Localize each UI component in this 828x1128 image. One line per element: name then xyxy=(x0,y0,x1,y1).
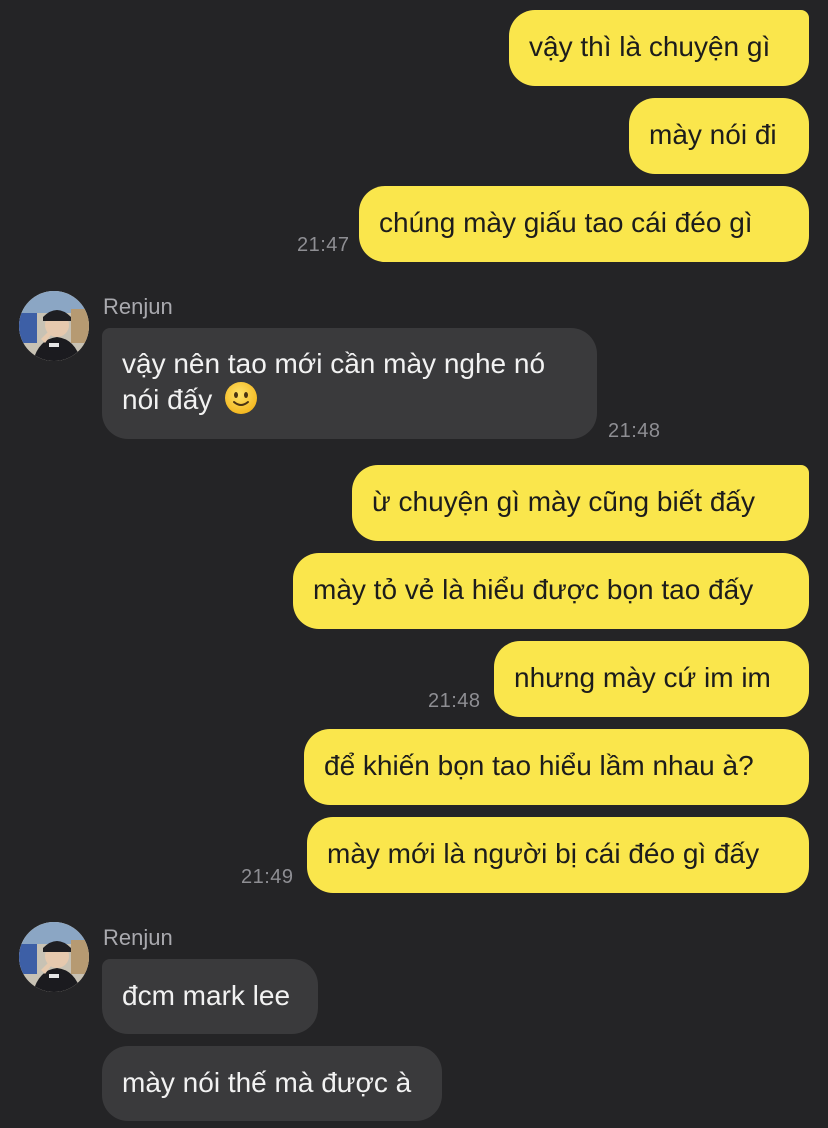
message-text: mày mới là người bị cái đéo gì đấy xyxy=(327,838,760,869)
message-text: để khiến bọn tao hiểu lầm nhau à? xyxy=(324,750,754,781)
message-text: ừ chuyện gì mày cũng biết đấy xyxy=(372,486,755,517)
message-bubble-sent[interactable]: ừ chuyện gì mày cũng biết đấy xyxy=(352,465,809,541)
avatar-renjun[interactable] xyxy=(19,922,89,992)
message-bubble-sent[interactable]: chúng mày giấu tao cái đéo gì xyxy=(359,186,809,262)
message-text: mày nói thế mà được à xyxy=(122,1067,412,1098)
timestamp: 21:48 xyxy=(428,690,481,712)
message-bubble-received[interactable]: vậy nên tao mới cần mày nghe nó nói đấy xyxy=(102,328,597,439)
message-text: mày tỏ vẻ là hiểu được bọn tao đấy xyxy=(313,574,754,605)
message-bubble-sent[interactable]: vậy thì là chuyện gì xyxy=(509,10,809,86)
sender-name: Renjun xyxy=(103,294,173,319)
message-text: vậy thì là chuyện gì xyxy=(529,31,771,62)
chat-thread: vậy thì là chuyện gì mày nói đi chúng mà… xyxy=(0,0,828,1128)
avatar-image xyxy=(19,922,89,992)
message-text: vậy nên tao mới cần mày nghe nó nói đấy xyxy=(122,348,546,415)
timestamp: 21:47 xyxy=(297,234,350,256)
message-bubble-received[interactable]: đcm mark lee xyxy=(102,959,318,1034)
message-text: đcm mark lee xyxy=(122,980,291,1011)
message-bubble-sent[interactable]: để khiến bọn tao hiểu lầm nhau à? xyxy=(304,729,809,805)
timestamp: 21:48 xyxy=(608,420,661,442)
avatar-renjun[interactable] xyxy=(19,291,89,361)
message-bubble-sent[interactable]: nhưng mày cứ im im xyxy=(494,641,809,717)
message-text: chúng mày giấu tao cái đéo gì xyxy=(379,207,753,238)
message-bubble-sent[interactable]: mày mới là người bị cái đéo gì đấy xyxy=(307,817,809,893)
message-text: nhưng mày cứ im im xyxy=(514,662,771,693)
message-bubble-sent[interactable]: mày nói đi xyxy=(629,98,809,174)
sender-name: Renjun xyxy=(103,925,173,950)
message-text: mày nói đi xyxy=(649,119,777,150)
message-bubble-sent[interactable]: mày tỏ vẻ là hiểu được bọn tao đấy xyxy=(293,553,809,629)
avatar-image xyxy=(19,291,89,361)
timestamp: 21:49 xyxy=(241,866,294,888)
message-bubble-received[interactable]: mày nói thế mà được à xyxy=(102,1046,442,1121)
slightly-smiling-face-icon xyxy=(225,382,258,414)
